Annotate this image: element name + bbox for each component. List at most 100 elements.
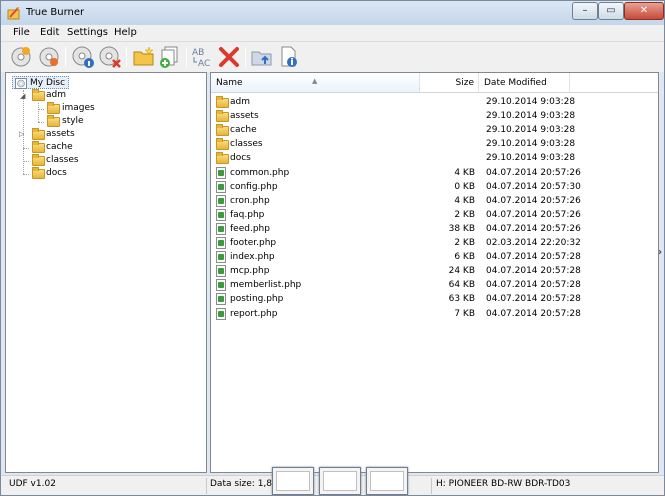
file-name: docs (230, 153, 251, 164)
toolbar-separator (186, 47, 187, 67)
disc-info-icon[interactable] (71, 45, 95, 69)
rename-icon[interactable]: AB AC (191, 45, 215, 69)
window-thumbnail[interactable] (366, 467, 408, 495)
expand-adm-toggle[interactable]: ◢ (20, 93, 27, 100)
column-header-name[interactable]: ▲ Name (211, 73, 420, 92)
file-row[interactable]: footer.php 2 KB 02.03.2014 22:20:32 (211, 236, 658, 250)
file-name: cache (230, 125, 257, 136)
folder-icon (32, 154, 45, 166)
file-name: posting.php (230, 294, 284, 305)
folder-icon (216, 96, 229, 108)
file-row[interactable]: index.php 6 KB 04.07.2014 20:57:28 (211, 250, 658, 264)
new-folder-icon[interactable] (132, 45, 156, 69)
folder-icon (32, 167, 45, 179)
php-file-icon (216, 208, 226, 221)
file-date-modified: 02.03.2014 22:20:32 (486, 238, 581, 248)
tree-item-style[interactable]: style (44, 115, 84, 128)
side-chevron-icon[interactable]: › (658, 247, 662, 258)
file-row[interactable]: memberlist.php 64 KB 04.07.2014 20:57:28 (211, 278, 658, 292)
burn-disc-icon[interactable] (9, 45, 33, 69)
folder-icon (47, 102, 60, 114)
folder-icon (216, 124, 229, 137)
file-row[interactable]: posting.php 63 KB 04.07.2014 20:57:28 (211, 292, 658, 306)
minimize-button[interactable]: – (572, 2, 598, 20)
add-files-icon[interactable] (158, 45, 182, 69)
file-date-modified: 29.10.2014 9:03:28 (486, 153, 576, 164)
tree-connector (38, 103, 39, 122)
file-row[interactable]: common.php 4 KB 04.07.2014 20:57:26 (211, 166, 658, 180)
column-header-date-modified[interactable]: Date Modified (479, 73, 570, 92)
file-date-modified: 04.07.2014 20:57:28 (486, 252, 581, 263)
php-file-icon (216, 293, 226, 306)
file-date-modified: 04.07.2014 20:57:26 (486, 195, 581, 206)
window-thumbnail[interactable] (319, 467, 361, 495)
tree-item-cache[interactable]: cache (29, 141, 73, 154)
file-row[interactable]: faq.php 2 KB 04.07.2014 20:57:26 (211, 208, 658, 222)
properties-icon[interactable] (277, 45, 301, 69)
menu-settings[interactable]: Settings (67, 27, 108, 38)
tree-item-label: style (62, 116, 84, 126)
folder-icon (47, 115, 60, 127)
php-file-icon (216, 194, 226, 207)
burn-image-icon[interactable] (37, 45, 61, 69)
file-date-modified: 04.07.2014 20:57:26 (486, 223, 581, 234)
file-size: 6 KB (454, 252, 475, 263)
file-date-modified: 04.07.2014 20:57:28 (486, 308, 581, 319)
expand-assets-toggle[interactable]: ▷ (19, 131, 26, 138)
folder-row[interactable]: cache 29.10.2014 9:03:28 (211, 123, 658, 137)
menu-file[interactable]: File (13, 27, 30, 38)
toolbar-separator (65, 47, 66, 67)
file-size: 2 KB (454, 238, 475, 248)
file-size: 4 KB (454, 195, 475, 206)
folder-tree-pane[interactable]: My Disc ◢ adm images style ▷ assets cach… (5, 72, 207, 473)
column-header-size[interactable]: Size (420, 73, 479, 92)
folder-icon (216, 152, 229, 165)
tree-root-my-disc[interactable]: My Disc (12, 76, 70, 89)
file-name: adm (230, 97, 250, 107)
tree-item-adm[interactable]: adm (29, 89, 66, 102)
folder-row[interactable]: adm 29.10.2014 9:03:28 (211, 95, 658, 109)
file-row[interactable]: cron.php 4 KB 04.07.2014 20:57:26 (211, 194, 658, 208)
php-file-icon (216, 166, 226, 179)
php-file-icon (216, 251, 226, 264)
tree-item-images[interactable]: images (44, 102, 95, 115)
close-button[interactable]: ✕ (624, 2, 664, 20)
php-file-icon (216, 307, 226, 320)
file-date-modified: 29.10.2014 9:03:28 (486, 97, 576, 107)
file-size: 38 KB (448, 223, 475, 234)
file-name: classes (230, 139, 263, 150)
window-thumbnail[interactable] (272, 467, 314, 495)
file-date-modified: 29.10.2014 9:03:28 (486, 125, 576, 136)
maximize-button[interactable]: ▭ (598, 2, 624, 20)
menu-edit[interactable]: Edit (40, 27, 59, 38)
folder-row[interactable]: docs 29.10.2014 9:03:28 (211, 151, 658, 165)
folder-icon (32, 89, 45, 101)
tree-item-assets[interactable]: assets (29, 128, 75, 141)
folder-row[interactable]: assets 29.10.2014 9:03:28 (211, 109, 658, 123)
file-name: report.php (230, 308, 278, 319)
file-name: config.php (230, 181, 278, 192)
menu-help[interactable]: Help (114, 27, 137, 38)
erase-disc-icon[interactable] (98, 45, 122, 69)
folder-icon (216, 110, 229, 123)
delete-icon[interactable] (217, 45, 241, 69)
folder-row[interactable]: classes 29.10.2014 9:03:28 (211, 137, 658, 151)
file-row[interactable]: mcp.php 24 KB 04.07.2014 20:57:28 (211, 264, 658, 278)
status-divider (431, 478, 432, 494)
title-bar[interactable]: True Burner – ▭ ✕ (1, 1, 664, 25)
file-list-pane[interactable]: ▲ Name Size Date Modified adm 29.10.2014 … (210, 72, 659, 473)
file-row[interactable]: feed.php 38 KB 04.07.2014 20:57:26 (211, 222, 658, 236)
php-file-icon (216, 279, 226, 292)
tree-item-docs[interactable]: docs (29, 167, 67, 180)
file-size: 63 KB (448, 294, 475, 305)
file-row[interactable]: report.php 7 KB 04.07.2014 20:57:28 (211, 307, 658, 321)
tree-item-classes[interactable]: classes (29, 154, 79, 167)
file-size: 2 KB (454, 209, 475, 220)
toolbar-separator (245, 47, 246, 67)
folder-up-icon[interactable] (250, 45, 274, 69)
file-row[interactable]: config.php 0 KB 04.07.2014 20:57:30 (211, 180, 658, 194)
file-name: feed.php (230, 223, 270, 234)
tree-item-label: assets (46, 129, 75, 139)
file-size: 7 KB (454, 308, 475, 319)
tree-root-label: My Disc (30, 78, 66, 88)
